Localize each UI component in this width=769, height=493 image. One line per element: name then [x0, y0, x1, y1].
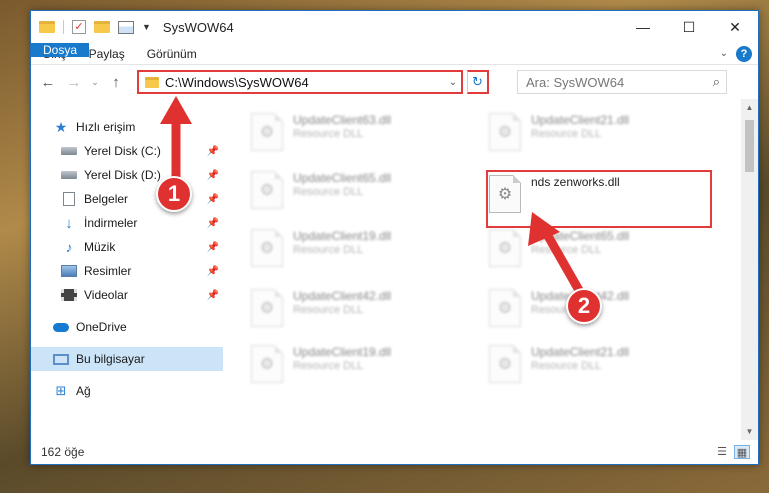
file-item[interactable]: ⚙ UpdateClient65.dll Resource DLL — [489, 229, 629, 267]
window-title: SysWOW64 — [162, 19, 234, 35]
pin-icon: 📌 — [206, 169, 219, 181]
back-button[interactable]: ← — [37, 74, 59, 91]
item-count: 162 öğe — [41, 445, 85, 459]
pin-icon: 📌 — [206, 145, 219, 157]
step-2-badge: 2 — [566, 288, 602, 324]
star-icon: ★ — [54, 118, 68, 135]
dll-file-icon: ⚙ — [251, 289, 283, 327]
scroll-down-icon[interactable]: ▼ — [741, 423, 758, 440]
sidebar-item-documents[interactable]: Belgeler 📌 — [31, 187, 223, 211]
file-item[interactable]: ⚙ UpdateClient19.dll Resource DLL — [251, 229, 391, 267]
quick-access-toolbar: ✓ ▼ — [39, 20, 151, 34]
file-item[interactable]: ⚙ UpdateClient65.dll Resource DLL — [251, 171, 391, 209]
pin-icon: 📌 — [206, 265, 219, 277]
documents-icon — [63, 192, 75, 206]
address-dropdown-icon[interactable]: ⌄ — [445, 77, 461, 88]
pin-icon: 📌 — [206, 217, 219, 229]
dll-file-icon: ⚙ — [251, 345, 283, 383]
up-button[interactable]: ↑ — [105, 74, 127, 91]
dll-file-icon: ⚙ — [251, 229, 283, 267]
address-bar[interactable]: C:\Windows\SysWOW64 ⌄ — [137, 70, 463, 94]
close-button[interactable]: ✕ — [712, 11, 758, 43]
refresh-button[interactable]: ↻ — [467, 70, 489, 94]
pictures-icon — [61, 265, 77, 277]
scroll-up-icon[interactable]: ▲ — [741, 99, 758, 116]
drive-icon — [61, 147, 77, 155]
file-item[interactable]: ⚙ UpdateClient42.dllResource DLL — [489, 289, 629, 327]
target-file-highlight — [486, 170, 712, 228]
pin-icon: 📌 — [206, 289, 219, 301]
search-placeholder: Ara: SysWOW64 — [526, 74, 625, 90]
dll-file-icon: ⚙ — [489, 289, 521, 327]
ribbon-tabs: Dosya Giriş Paylaş Görünüm ⌄ ? — [31, 43, 758, 65]
network-icon: ⊞ — [55, 383, 67, 398]
address-path[interactable]: C:\Windows\SysWOW64 — [165, 75, 309, 90]
search-input[interactable]: Ara: SysWOW64 ⌕ — [517, 70, 727, 94]
sidebar-item-videos[interactable]: Videolar 📌 — [31, 283, 223, 307]
sidebar-item-pictures[interactable]: Resimler 📌 — [31, 259, 223, 283]
drive-icon — [61, 171, 77, 179]
sidebar-item-local-disk-d[interactable]: Yerel Disk (D:) 📌 — [31, 163, 223, 187]
help-icon[interactable]: ? — [736, 45, 752, 62]
explorer-window: ✓ ▼ SysWOW64 — ☐ ✕ Dosya Giriş Paylaş Gö… — [30, 10, 759, 465]
dll-file-icon: ⚙ — [489, 229, 521, 267]
window-controls: — ☐ ✕ — [620, 11, 758, 43]
tab-view[interactable]: Görünüm — [136, 43, 208, 64]
main-area: ★ Hızlı erişim Yerel Disk (C:) 📌 Yerel D… — [31, 99, 758, 440]
folder-icon — [145, 76, 159, 88]
customize-qat-icon[interactable]: ▼ — [142, 22, 151, 32]
tab-file[interactable]: Dosya — [31, 43, 90, 57]
videos-icon — [61, 289, 77, 301]
ribbon-expand-icon[interactable]: ⌄ — [720, 48, 728, 59]
properties-icon[interactable] — [118, 20, 134, 34]
sidebar-item-local-disk-c[interactable]: Yerel Disk (C:) 📌 — [31, 139, 223, 163]
details-view-icon[interactable]: ☰ — [714, 445, 730, 459]
maximize-button[interactable]: ☐ — [666, 11, 712, 43]
dll-file-icon: ⚙ — [489, 113, 521, 151]
forward-button[interactable]: → — [63, 74, 85, 91]
navigation-pane: ★ Hızlı erişim Yerel Disk (C:) 📌 Yerel D… — [31, 99, 223, 440]
cloud-icon — [53, 322, 69, 332]
search-icon[interactable]: ⌕ — [713, 74, 720, 90]
computer-icon — [53, 353, 69, 365]
file-item[interactable]: ⚙ UpdateClient21.dll Resource DLL — [489, 345, 629, 383]
recent-locations-icon[interactable]: ⌄ — [89, 77, 101, 88]
file-item[interactable]: ⚙ UpdateClient19.dll Resource DLL — [251, 345, 391, 383]
pin-icon: 📌 — [206, 193, 219, 205]
large-icons-view-icon[interactable]: ▦ — [734, 445, 750, 459]
properties-check-icon[interactable]: ✓ — [72, 20, 86, 34]
file-list: ⚙ UpdateClient63.dll Resource DLL ⚙ Updat… — [223, 99, 758, 440]
navigation-bar: ← → ⌄ ↑ C:\Windows\SysWOW64 ⌄ ↻ Ara: Sys… — [31, 65, 758, 99]
sidebar-item-this-pc[interactable]: Bu bilgisayar — [31, 347, 223, 371]
pin-icon: 📌 — [206, 241, 219, 253]
dll-file-icon: ⚙ — [251, 171, 283, 209]
scrollbar-thumb[interactable] — [745, 120, 754, 172]
sidebar-item-downloads[interactable]: ↓ İndirmeler 📌 — [31, 211, 223, 235]
minimize-button[interactable]: — — [620, 11, 666, 43]
sidebar-item-network[interactable]: ⊞ Ağ — [31, 379, 223, 403]
dll-file-icon: ⚙ — [489, 345, 521, 383]
folder-icon — [39, 21, 55, 33]
file-item[interactable]: ⚙ UpdateClient21.dll Resource DLL — [489, 113, 629, 151]
sidebar-item-quick-access[interactable]: ★ Hızlı erişim — [31, 115, 223, 139]
vertical-scrollbar[interactable]: ▲ ▼ — [741, 99, 758, 440]
file-item[interactable]: ⚙ UpdateClient63.dll Resource DLL — [251, 113, 391, 151]
step-1-badge: 1 — [156, 176, 192, 212]
sidebar-item-onedrive[interactable]: OneDrive — [31, 315, 223, 339]
sidebar-item-music[interactable]: ♪ Müzik 📌 — [31, 235, 223, 259]
file-item[interactable]: ⚙ UpdateClient42.dllResource DLL — [251, 289, 391, 327]
status-bar: 162 öğe ☰ ▦ — [31, 440, 758, 464]
title-bar: ✓ ▼ SysWOW64 — ☐ ✕ — [31, 11, 758, 43]
new-folder-icon[interactable] — [94, 21, 110, 33]
download-icon: ↓ — [65, 214, 73, 232]
dll-file-icon: ⚙ — [251, 113, 283, 151]
music-icon: ♪ — [65, 239, 73, 255]
